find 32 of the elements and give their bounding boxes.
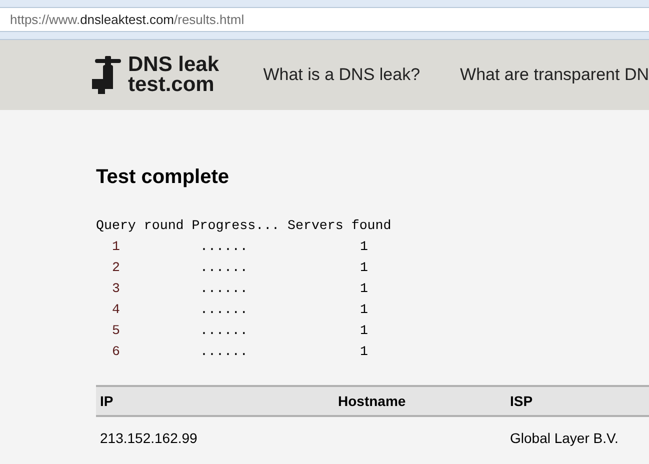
round-number: 4 xyxy=(111,301,121,319)
servers-count: 1 xyxy=(360,343,368,361)
progress-header: Query round Progress... Servers found xyxy=(96,217,392,235)
progress-dots: ...... xyxy=(200,322,249,340)
progress-dots: ...... xyxy=(200,280,249,298)
column-header: IP xyxy=(99,392,114,410)
table-cell: 213.152.162.99 xyxy=(100,430,198,446)
servers-count: 1 xyxy=(360,259,368,277)
servers-count: 1 xyxy=(360,301,368,319)
logo-text: test.com xyxy=(128,75,216,95)
round-number: 2 xyxy=(111,259,121,277)
page-title: Test complete xyxy=(96,165,230,189)
progress-dots: ...... xyxy=(200,301,249,319)
round-number: 3 xyxy=(111,280,121,298)
progress-dots: ...... xyxy=(200,238,249,256)
logo-text: DNS leak xyxy=(128,55,220,75)
url-text: https://www.dnsleaktest.com/results.html xyxy=(10,10,244,29)
progress-dots: ...... xyxy=(200,343,249,361)
table-cell: Global Layer B.V. xyxy=(510,430,618,446)
servers-count: 1 xyxy=(360,238,368,256)
round-number: 1 xyxy=(111,238,121,256)
column-header: ISP xyxy=(510,392,533,410)
progress-dots: ...... xyxy=(200,259,249,277)
faucet-icon xyxy=(92,55,124,95)
servers-count: 1 xyxy=(360,280,368,298)
address-bar[interactable]: https://www.dnsleaktest.com/results.html xyxy=(0,8,649,32)
round-number: 6 xyxy=(111,343,121,361)
nav-link[interactable]: What is a DNS leak? xyxy=(263,62,420,88)
round-number: 5 xyxy=(111,322,121,340)
nav-link[interactable]: What are transparent DN xyxy=(460,62,649,88)
servers-count: 1 xyxy=(360,322,368,340)
column-header: Hostname xyxy=(338,392,407,410)
